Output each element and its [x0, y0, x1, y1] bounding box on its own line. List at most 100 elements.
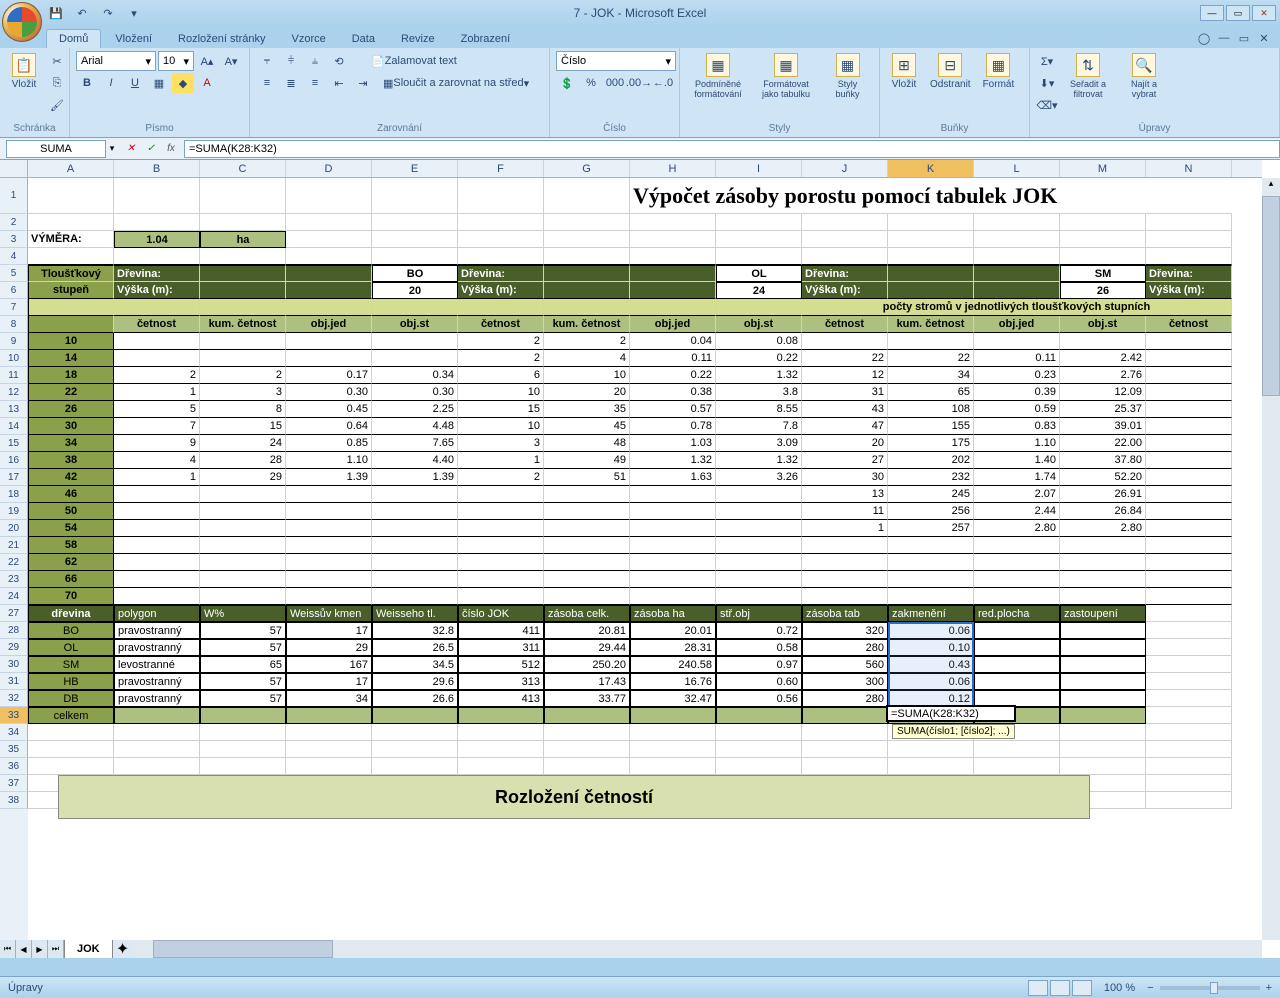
- cell[interactable]: [888, 248, 974, 265]
- col-header-F[interactable]: F: [458, 160, 544, 177]
- summary-val[interactable]: 17: [286, 622, 372, 639]
- tk-level[interactable]: 26: [28, 401, 114, 418]
- summary-val[interactable]: 320: [802, 622, 888, 639]
- cell[interactable]: [286, 350, 372, 367]
- summary-header-11[interactable]: red.plocha: [974, 605, 1060, 622]
- save-icon[interactable]: 💾: [46, 3, 66, 23]
- underline-button[interactable]: U: [124, 73, 146, 93]
- cell[interactable]: 2: [114, 367, 200, 384]
- col-header-I[interactable]: I: [716, 160, 802, 177]
- cell[interactable]: [544, 741, 630, 758]
- row-header-35[interactable]: 35: [0, 741, 28, 758]
- cell[interactable]: 2: [458, 333, 544, 350]
- inline-formula-editor[interactable]: =SUMA(K28:K32): [886, 705, 1016, 722]
- cell[interactable]: [372, 707, 458, 724]
- cell[interactable]: [458, 503, 544, 520]
- tab-rozlozeni[interactable]: Rozložení stránky: [166, 30, 277, 48]
- cell[interactable]: [114, 333, 200, 350]
- summary-val[interactable]: 280: [802, 690, 888, 707]
- cell[interactable]: [802, 554, 888, 571]
- cell[interactable]: [372, 231, 458, 248]
- summary-species[interactable]: DB: [28, 690, 114, 707]
- row-header-20[interactable]: 20: [0, 520, 28, 537]
- cell[interactable]: 5: [114, 401, 200, 418]
- cell[interactable]: [286, 588, 372, 605]
- cell[interactable]: [544, 537, 630, 554]
- cell[interactable]: [114, 503, 200, 520]
- cell[interactable]: 7: [114, 418, 200, 435]
- cell[interactable]: [372, 333, 458, 350]
- summary-val[interactable]: 311: [458, 639, 544, 656]
- cell[interactable]: [458, 178, 544, 214]
- cell[interactable]: [286, 265, 372, 282]
- cell[interactable]: [200, 333, 286, 350]
- summary-species[interactable]: BO: [28, 622, 114, 639]
- font-name-combo[interactable]: Arial▾: [76, 51, 156, 71]
- cell[interactable]: [544, 503, 630, 520]
- cell[interactable]: [802, 537, 888, 554]
- summary-val[interactable]: 34.5: [372, 656, 458, 673]
- row-header-33[interactable]: 33: [0, 707, 28, 724]
- cell[interactable]: [1060, 673, 1146, 690]
- cell[interactable]: [1146, 571, 1232, 588]
- row-header-17[interactable]: 17: [0, 469, 28, 486]
- help-icon[interactable]: ◯: [1196, 32, 1212, 48]
- summary-val[interactable]: 65: [200, 656, 286, 673]
- cell[interactable]: [630, 554, 716, 571]
- cell[interactable]: 0.34: [372, 367, 458, 384]
- cell[interactable]: [28, 724, 114, 741]
- cell[interactable]: [630, 265, 716, 282]
- formula-input[interactable]: =SUMA(K28:K32): [184, 140, 1280, 158]
- cell[interactable]: [716, 248, 802, 265]
- currency-icon[interactable]: 💲: [556, 73, 578, 93]
- row-header-1[interactable]: 1: [0, 178, 28, 214]
- cell[interactable]: [372, 486, 458, 503]
- paste-button[interactable]: 📋 Vložit: [6, 51, 42, 92]
- summary-val[interactable]: 26.5: [372, 639, 458, 656]
- cell[interactable]: 0.78: [630, 418, 716, 435]
- cell[interactable]: [544, 554, 630, 571]
- cell[interactable]: [974, 265, 1060, 282]
- decrease-indent-icon[interactable]: ⇤: [328, 73, 350, 93]
- cell[interactable]: [200, 537, 286, 554]
- cancel-formula-icon[interactable]: ✕: [122, 140, 140, 158]
- cell[interactable]: [458, 486, 544, 503]
- tab-domu[interactable]: Domů: [46, 29, 101, 48]
- col-header-12[interactable]: obj.st: [1060, 316, 1146, 333]
- cell[interactable]: 155: [888, 418, 974, 435]
- shrink-font-icon[interactable]: A▾: [220, 51, 242, 71]
- summary-polygon[interactable]: pravostranný: [114, 622, 200, 639]
- cell[interactable]: [286, 520, 372, 537]
- cell[interactable]: Výška (m):: [802, 282, 888, 299]
- cell[interactable]: [1146, 588, 1232, 605]
- row-header-22[interactable]: 22: [0, 554, 28, 571]
- cell[interactable]: [974, 571, 1060, 588]
- cell[interactable]: 9: [114, 435, 200, 452]
- summary-header-4[interactable]: Weisseho tl.: [372, 605, 458, 622]
- cell[interactable]: 51: [544, 469, 630, 486]
- cell[interactable]: 1.32: [716, 452, 802, 469]
- summary-val[interactable]: 17: [286, 673, 372, 690]
- cell[interactable]: [28, 248, 114, 265]
- cell[interactable]: [716, 520, 802, 537]
- row-header-4[interactable]: 4: [0, 248, 28, 265]
- cell[interactable]: Výška (m):: [1146, 282, 1232, 299]
- cell[interactable]: [372, 554, 458, 571]
- cell[interactable]: [458, 248, 544, 265]
- summary-val[interactable]: 28.31: [630, 639, 716, 656]
- row-header-37[interactable]: 37: [0, 775, 28, 792]
- cell[interactable]: 202: [888, 452, 974, 469]
- counts-header[interactable]: počty stromů v jednotlivých tloušťkových…: [802, 299, 1232, 316]
- height-bo[interactable]: 20: [372, 282, 458, 299]
- cell[interactable]: [1146, 622, 1232, 639]
- cell[interactable]: 232: [888, 469, 974, 486]
- summary-val[interactable]: 17.43: [544, 673, 630, 690]
- height-sm[interactable]: 26: [1060, 282, 1146, 299]
- fill-color-icon[interactable]: ◆: [172, 73, 194, 93]
- cell[interactable]: 0.30: [372, 384, 458, 401]
- cell[interactable]: [200, 724, 286, 741]
- col-header-13[interactable]: četnost: [1146, 316, 1232, 333]
- cell[interactable]: [1146, 435, 1232, 452]
- cell[interactable]: [544, 178, 630, 214]
- zoom-slider[interactable]: [1160, 986, 1260, 990]
